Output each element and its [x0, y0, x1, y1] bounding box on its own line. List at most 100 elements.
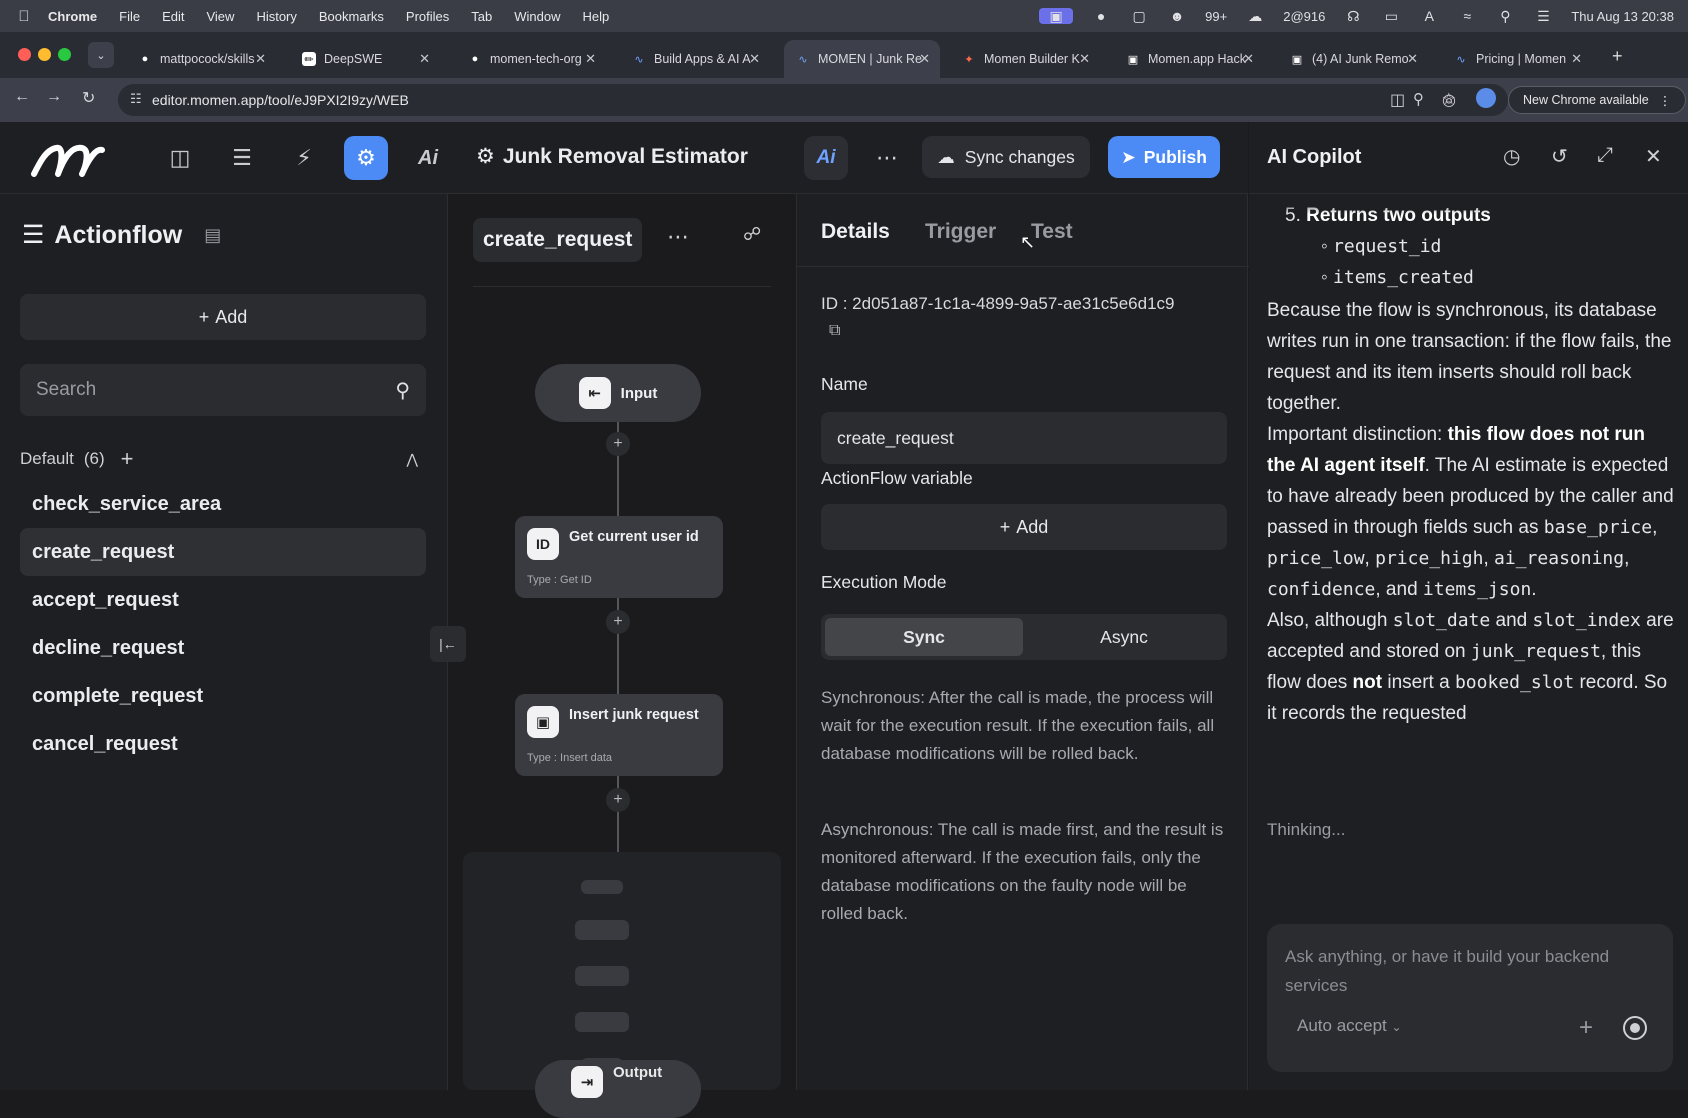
browser-tab[interactable]: ∿ Pricing | Momen ✕: [1442, 40, 1592, 78]
send-stop-button[interactable]: [1623, 1016, 1647, 1040]
tab-close-icon[interactable]: ✕: [419, 51, 430, 67]
execution-mode-toggle[interactable]: Sync Async: [821, 614, 1227, 660]
search-icon[interactable]: ⚲: [395, 378, 410, 403]
sidebar-item-cancel-request[interactable]: cancel_request: [20, 720, 426, 768]
tab-search-chevron-icon[interactable]: ⌄: [88, 42, 114, 68]
browser-tab[interactable]: ✦ Momen Builder K ✕: [950, 40, 1100, 78]
wechat-icon[interactable]: ☻: [1167, 8, 1187, 24]
more-options-icon[interactable]: ⋯: [868, 140, 908, 176]
tab-details[interactable]: Details: [821, 220, 890, 244]
input-node[interactable]: ⇤ Input: [535, 364, 701, 422]
flow-more-icon[interactable]: ⋯: [667, 224, 691, 250]
auto-accept-dropdown[interactable]: Auto accept ⌄: [1297, 1016, 1402, 1036]
collapse-chevron-icon[interactable]: ⋀: [407, 451, 418, 468]
add-node-plus-icon[interactable]: +: [606, 788, 630, 812]
new-tab-plus-icon[interactable]: +: [1612, 46, 1623, 67]
menubar-datetime[interactable]: Thu Aug 13 20:38: [1571, 9, 1674, 24]
window-zoom-button[interactable]: [58, 48, 71, 61]
menu-app-name[interactable]: Chrome: [48, 9, 97, 24]
input-source-icon[interactable]: A: [1419, 8, 1439, 24]
status-time-label[interactable]: 2@916: [1283, 9, 1325, 24]
shield-status-icon[interactable]: ●: [1091, 8, 1111, 24]
tab-close-icon[interactable]: ✕: [1243, 51, 1254, 67]
actionflow-icon[interactable]: ⚙: [344, 136, 388, 180]
forward-arrow-icon[interactable]: →: [46, 88, 62, 106]
tab-close-icon[interactable]: ✕: [749, 51, 760, 67]
node-insert-junk-request[interactable]: ▣ Insert junk request Type : Insert data: [515, 694, 723, 776]
url-field[interactable]: ☷ editor.momen.app/tool/eJ9PXI2I9zy/WEB …: [118, 84, 1508, 116]
add-variable-button[interactable]: + Add: [821, 504, 1227, 550]
cloud-icon[interactable]: ☁: [1245, 8, 1265, 24]
history-icon[interactable]: ◷: [1503, 144, 1520, 169]
control-center-icon[interactable]: ☰: [1533, 8, 1553, 24]
sidebar-item-complete-request[interactable]: complete_request: [20, 672, 426, 720]
menu-history[interactable]: History: [256, 9, 296, 24]
group-header-default[interactable]: Default (6) + ⋀: [20, 446, 426, 472]
copilot-input[interactable]: Ask anything, or have it build your back…: [1267, 924, 1673, 1072]
menu-view[interactable]: View: [206, 9, 234, 24]
browser-tab[interactable]: ∿ Build Apps & AI A ✕: [620, 40, 770, 78]
browser-tab[interactable]: ▣ Momen.app Hack ✕: [1114, 40, 1264, 78]
close-icon[interactable]: ✕: [1645, 144, 1662, 169]
back-arrow-icon[interactable]: ←: [14, 88, 30, 106]
ai-copilot-button[interactable]: Ai: [804, 136, 848, 180]
menu-edit[interactable]: Edit: [162, 9, 184, 24]
add-actionflow-button[interactable]: + Add: [20, 294, 426, 340]
copy-icon[interactable]: ⧉: [829, 322, 840, 340]
extension-icon[interactable]: ◎: [1442, 90, 1456, 110]
sidebar-item-accept-request[interactable]: accept_request: [20, 576, 426, 624]
mode-async[interactable]: Async: [1025, 618, 1223, 656]
spotlight-search-icon[interactable]: ⚲: [1495, 8, 1515, 24]
sync-changes-button[interactable]: ☁ Sync changes: [922, 136, 1090, 178]
menu-help[interactable]: Help: [583, 9, 610, 24]
wifi-icon[interactable]: ≈: [1457, 8, 1477, 24]
node-get-current-user-id[interactable]: ID Get current user id Type : Get ID: [515, 516, 723, 598]
api-plug-icon[interactable]: ⚡: [282, 136, 326, 180]
pages-icon[interactable]: ◫: [158, 136, 202, 180]
tab-test[interactable]: Test: [1031, 220, 1073, 244]
window-minimize-button[interactable]: [38, 48, 51, 61]
search-input[interactable]: Search ⚲: [20, 364, 426, 416]
extensions-puzzle-icon[interactable]: ◫: [1390, 90, 1405, 110]
tab-close-icon[interactable]: ✕: [1079, 51, 1090, 67]
zoom-icon[interactable]: ⚲: [1413, 90, 1424, 108]
tab-close-icon[interactable]: ✕: [1407, 51, 1418, 67]
flow-name-label[interactable]: create_request: [473, 218, 643, 262]
add-node-plus-icon[interactable]: +: [606, 432, 630, 456]
sidebar-item-create-request[interactable]: create_request: [20, 528, 426, 576]
battery-icon[interactable]: ▭: [1381, 8, 1401, 24]
browser-tab[interactable]: ✏ DeepSWE ✕: [290, 40, 440, 78]
mode-sync[interactable]: Sync: [825, 618, 1023, 656]
share-nodes-icon[interactable]: ☍: [743, 224, 761, 245]
site-settings-icon[interactable]: ☷: [130, 91, 142, 107]
project-title[interactable]: ⚙ Junk Removal Estimator: [476, 144, 748, 169]
new-chrome-available-button[interactable]: New Chrome available ⋮: [1508, 86, 1687, 114]
tab-close-icon[interactable]: ✕: [585, 51, 596, 67]
screen-share-icon[interactable]: ▣: [1039, 8, 1074, 24]
menu-tab[interactable]: Tab: [471, 9, 492, 24]
publish-button[interactable]: ➤ Publish: [1108, 136, 1220, 178]
ai-agent-icon[interactable]: Ai: [406, 136, 450, 180]
menu-window[interactable]: Window: [514, 9, 560, 24]
docs-book-icon[interactable]: ▤: [204, 225, 221, 246]
flow-canvas[interactable]: create_request ⋯ ☍ ⇤ Input + ID Get curre…: [449, 194, 795, 1118]
attach-plus-icon[interactable]: +: [1579, 1014, 1593, 1042]
sidebar-item-decline-request[interactable]: decline_request: [20, 624, 426, 672]
momen-logo-icon[interactable]: [30, 140, 106, 178]
menu-profiles[interactable]: Profiles: [406, 9, 449, 24]
menu-bookmarks[interactable]: Bookmarks: [319, 9, 384, 24]
tab-trigger[interactable]: Trigger: [925, 220, 996, 244]
profile-avatar[interactable]: [1476, 88, 1496, 108]
window-close-button[interactable]: [18, 48, 31, 61]
tab-close-icon[interactable]: ✕: [1571, 51, 1582, 67]
browser-tab[interactable]: ▣ (4) AI Junk Remo ✕: [1278, 40, 1428, 78]
add-group-plus-icon[interactable]: +: [121, 446, 134, 472]
browser-tab-active[interactable]: ∿ MOMEN | Junk Re ✕: [784, 40, 940, 78]
settings-gear-icon[interactable]: ⚙: [476, 144, 495, 169]
headphones-icon[interactable]: ☊: [1343, 8, 1363, 24]
apple-icon[interactable]: : [0, 8, 48, 25]
name-field[interactable]: create_request: [821, 412, 1227, 464]
database-icon[interactable]: ☰: [220, 136, 264, 180]
tab-close-icon[interactable]: ✕: [919, 51, 930, 67]
new-chat-refresh-icon[interactable]: ↺: [1551, 144, 1568, 169]
